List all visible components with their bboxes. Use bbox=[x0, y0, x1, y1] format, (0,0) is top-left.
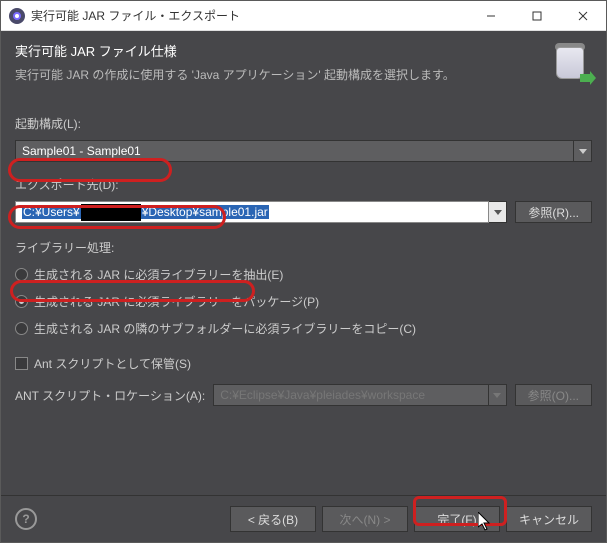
launch-config-label: 起動構成(L): bbox=[15, 115, 592, 132]
chevron-down-icon[interactable] bbox=[574, 140, 592, 162]
radio-extract[interactable]: 生成される JAR に必須ライブラリーを抽出(E) bbox=[15, 266, 592, 283]
ant-save-checkbox-row[interactable]: Ant スクリプトとして保管(S) bbox=[15, 355, 592, 372]
content-area: 起動構成(L): Sample01 - Sample01 エクスポート先(D):… bbox=[1, 99, 606, 495]
radio-icon bbox=[15, 295, 28, 308]
footer: ? < 戻る(B) 次へ(N) > 完了(F) キャンセル bbox=[1, 495, 606, 542]
ant-save-label: Ant スクリプトとして保管(S) bbox=[34, 355, 191, 372]
chevron-down-icon bbox=[489, 384, 507, 406]
radio-copy-label: 生成される JAR の隣のサブフォルダーに必須ライブラリーをコピー(C) bbox=[34, 320, 416, 337]
banner-heading: 実行可能 JAR ファイル仕様 bbox=[15, 41, 538, 60]
radio-extract-label: 生成される JAR に必須ライブラリーを抽出(E) bbox=[34, 266, 283, 283]
titlebar: 実行可能 JAR ファイル・エクスポート bbox=[1, 1, 606, 31]
app-icon bbox=[9, 8, 25, 24]
back-button[interactable]: < 戻る(B) bbox=[230, 506, 316, 532]
close-button[interactable] bbox=[560, 1, 606, 31]
browse-export-button[interactable]: 参照(R)... bbox=[515, 201, 592, 223]
dialog-window: 実行可能 JAR ファイル・エクスポート 実行可能 JAR ファイル仕様 実行可… bbox=[0, 0, 607, 543]
radio-icon bbox=[15, 322, 28, 335]
ant-location-placeholder: C:¥Eclipse¥Java¥pleiades¥workspace bbox=[220, 388, 425, 402]
minimize-button[interactable] bbox=[468, 1, 514, 31]
export-dest-value-prefix: C:¥Users¥ bbox=[22, 205, 81, 219]
export-dest-combo[interactable]: C:¥Users¥ ¥Desktop¥sample01.jar bbox=[15, 201, 507, 223]
finish-button[interactable]: 完了(F) bbox=[414, 506, 500, 532]
library-handling-label: ライブラリー処理: bbox=[15, 239, 592, 256]
ant-location-label: ANT スクリプト・ロケーション(A): bbox=[15, 387, 205, 404]
jar-export-icon bbox=[548, 41, 592, 85]
chevron-down-icon[interactable] bbox=[489, 201, 507, 223]
radio-copy[interactable]: 生成される JAR の隣のサブフォルダーに必須ライブラリーをコピー(C) bbox=[15, 320, 592, 337]
next-button: 次へ(N) > bbox=[322, 506, 408, 532]
maximize-button[interactable] bbox=[514, 1, 560, 31]
banner: 実行可能 JAR ファイル仕様 実行可能 JAR の作成に使用する 'Java … bbox=[1, 31, 606, 99]
launch-config-value: Sample01 - Sample01 bbox=[22, 144, 141, 158]
radio-package[interactable]: 生成される JAR に必須ライブラリーをパッケージ(P) bbox=[15, 293, 592, 310]
launch-config-combo[interactable]: Sample01 - Sample01 bbox=[15, 140, 592, 162]
checkbox-icon bbox=[15, 357, 28, 370]
help-button[interactable]: ? bbox=[15, 508, 37, 530]
radio-package-label: 生成される JAR に必須ライブラリーをパッケージ(P) bbox=[34, 293, 319, 310]
window-title: 実行可能 JAR ファイル・エクスポート bbox=[31, 7, 468, 24]
export-dest-label: エクスポート先(D): bbox=[15, 176, 592, 193]
export-dest-value-suffix: ¥Desktop¥sample01.jar bbox=[141, 205, 269, 219]
browse-ant-button: 参照(O)... bbox=[515, 384, 592, 406]
ant-location-field: C:¥Eclipse¥Java¥pleiades¥workspace bbox=[213, 384, 488, 406]
radio-icon bbox=[15, 268, 28, 281]
cancel-button[interactable]: キャンセル bbox=[506, 506, 592, 532]
export-dest-censored bbox=[81, 204, 141, 221]
banner-description: 実行可能 JAR の作成に使用する 'Java アプリケーション' 起動構成を選… bbox=[15, 66, 538, 83]
